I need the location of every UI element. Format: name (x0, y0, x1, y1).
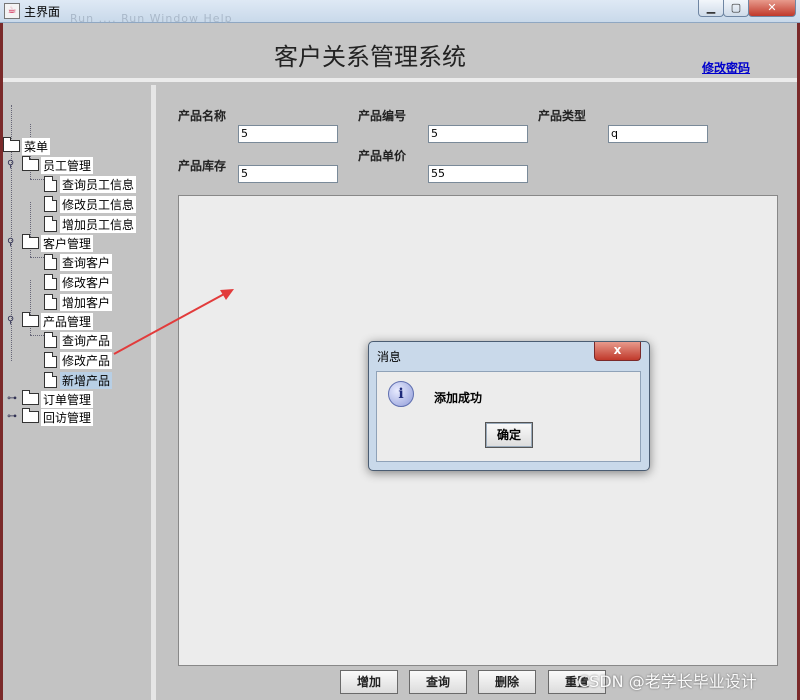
product-stock-label: 产品库存 (178, 159, 227, 173)
window-title: 主界面 (24, 5, 61, 19)
document-icon (44, 216, 57, 232)
dialog-close-icon[interactable]: x (594, 342, 641, 361)
document-icon (44, 294, 57, 310)
document-icon (44, 332, 57, 348)
tree-item-edit-employee[interactable]: 修改员工信息 (44, 195, 137, 213)
expand-toggle-icon[interactable]: ⚲ (7, 237, 14, 248)
tree-item-query-employee[interactable]: 查询员工信息 (44, 175, 137, 193)
dialog-body: i 添加成功 确定 (376, 371, 641, 462)
product-price-label: 产品单价 (358, 149, 407, 163)
document-icon (44, 254, 57, 270)
dialog-title: 消息 (377, 350, 402, 364)
tree-item-label: 增加客户 (60, 293, 113, 311)
folder-icon (22, 156, 39, 171)
tree-group-label: 员工管理 (41, 156, 94, 174)
window-title-bar[interactable]: ☕ 主界面 Run .... Run Window Help ▁ ▢ ✕ (0, 0, 800, 25)
folder-icon (22, 234, 39, 249)
header-panel: 客户关系管理系统 修改密码 (3, 23, 797, 78)
collapse-toggle-icon[interactable]: ⊶ (7, 393, 17, 404)
java-app-icon: ☕ (4, 3, 20, 19)
document-icon (44, 176, 57, 192)
tree-group-followup[interactable]: 回访管理 (22, 408, 94, 426)
expand-toggle-icon[interactable]: ⚲ (7, 159, 14, 170)
tree-root[interactable]: 菜单 (3, 137, 51, 155)
tree-item-label: 修改员工信息 (60, 195, 137, 213)
tree-item-edit-customer[interactable]: 修改客户 (44, 273, 113, 291)
add-button[interactable]: 增加 (340, 670, 398, 694)
info-icon: i (388, 381, 414, 407)
tree-item-label: 修改产品 (60, 351, 113, 369)
folder-icon (22, 312, 39, 327)
minimize-icon[interactable]: ▁ (698, 0, 724, 17)
tree-connector (30, 257, 44, 258)
message-dialog: 消息 x i 添加成功 确定 (368, 341, 650, 471)
tree-group-label: 客户管理 (41, 234, 94, 252)
tree-item-label: 查询员工信息 (60, 175, 137, 193)
tree-item-edit-product[interactable]: 修改产品 (44, 351, 113, 369)
product-price-input[interactable]: 55 (428, 165, 528, 183)
close-icon[interactable]: ✕ (748, 0, 796, 17)
tree-group-label: 订单管理 (41, 390, 94, 408)
delete-button[interactable]: 删除 (478, 670, 536, 694)
split-pane-divider[interactable] (151, 85, 156, 700)
product-code-label: 产品编号 (358, 109, 407, 123)
change-password-link[interactable]: 修改密码 (702, 59, 750, 76)
product-name-input[interactable]: 5 (238, 125, 338, 143)
tree-group-label: 产品管理 (41, 312, 94, 330)
tree-group-customer[interactable]: 客户管理 (22, 234, 94, 252)
tree-item-add-employee[interactable]: 增加员工信息 (44, 215, 137, 233)
tree-item-label-selected: 新增产品 (60, 371, 113, 389)
tree-root-label: 菜单 (22, 137, 51, 155)
document-icon (44, 274, 57, 290)
folder-icon (22, 408, 39, 423)
tree-group-order[interactable]: 订单管理 (22, 390, 94, 408)
expand-toggle-icon[interactable]: ⚲ (7, 315, 14, 326)
collapse-toggle-icon[interactable]: ⊶ (7, 411, 17, 422)
header-divider (3, 78, 797, 82)
folder-icon (3, 137, 20, 152)
tree-item-label: 修改客户 (60, 273, 113, 291)
dialog-message: 添加成功 (434, 391, 483, 405)
tree-group-employee[interactable]: 员工管理 (22, 156, 94, 174)
folder-icon (22, 390, 39, 405)
tree-item-add-product[interactable]: 新增产品 (44, 371, 113, 389)
query-button[interactable]: 查询 (409, 670, 467, 694)
tree-connector (30, 335, 44, 336)
product-code-input[interactable]: 5 (428, 125, 528, 143)
watermark: CSDN @老学长毕业设计 (578, 672, 757, 691)
document-icon (44, 196, 57, 212)
ok-button[interactable]: 确定 (485, 422, 533, 448)
product-stock-input[interactable]: 5 (238, 165, 338, 183)
product-type-input[interactable]: q (608, 125, 708, 143)
product-name-label: 产品名称 (178, 109, 227, 123)
tree-connector (30, 179, 44, 180)
tree-item-label: 增加员工信息 (60, 215, 137, 233)
maximize-icon[interactable]: ▢ (723, 0, 749, 17)
document-icon (44, 352, 57, 368)
product-type-label: 产品类型 (538, 109, 587, 123)
document-icon (44, 372, 57, 388)
system-title: 客户关系管理系统 (274, 43, 466, 71)
tree-group-label: 回访管理 (41, 408, 94, 426)
tree-item-query-customer[interactable]: 查询客户 (44, 253, 113, 271)
tree-item-label: 查询客户 (60, 253, 113, 271)
tree-item-label: 查询产品 (60, 331, 113, 349)
navigation-tree: 菜单 ⚲ 员工管理 查询员工信息 修改员工信息 增加员工信息 ⚲ 客户管理 查询… (3, 85, 151, 700)
tree-item-query-product[interactable]: 查询产品 (44, 331, 113, 349)
tree-group-product[interactable]: 产品管理 (22, 312, 94, 330)
tree-item-add-customer[interactable]: 增加客户 (44, 293, 113, 311)
